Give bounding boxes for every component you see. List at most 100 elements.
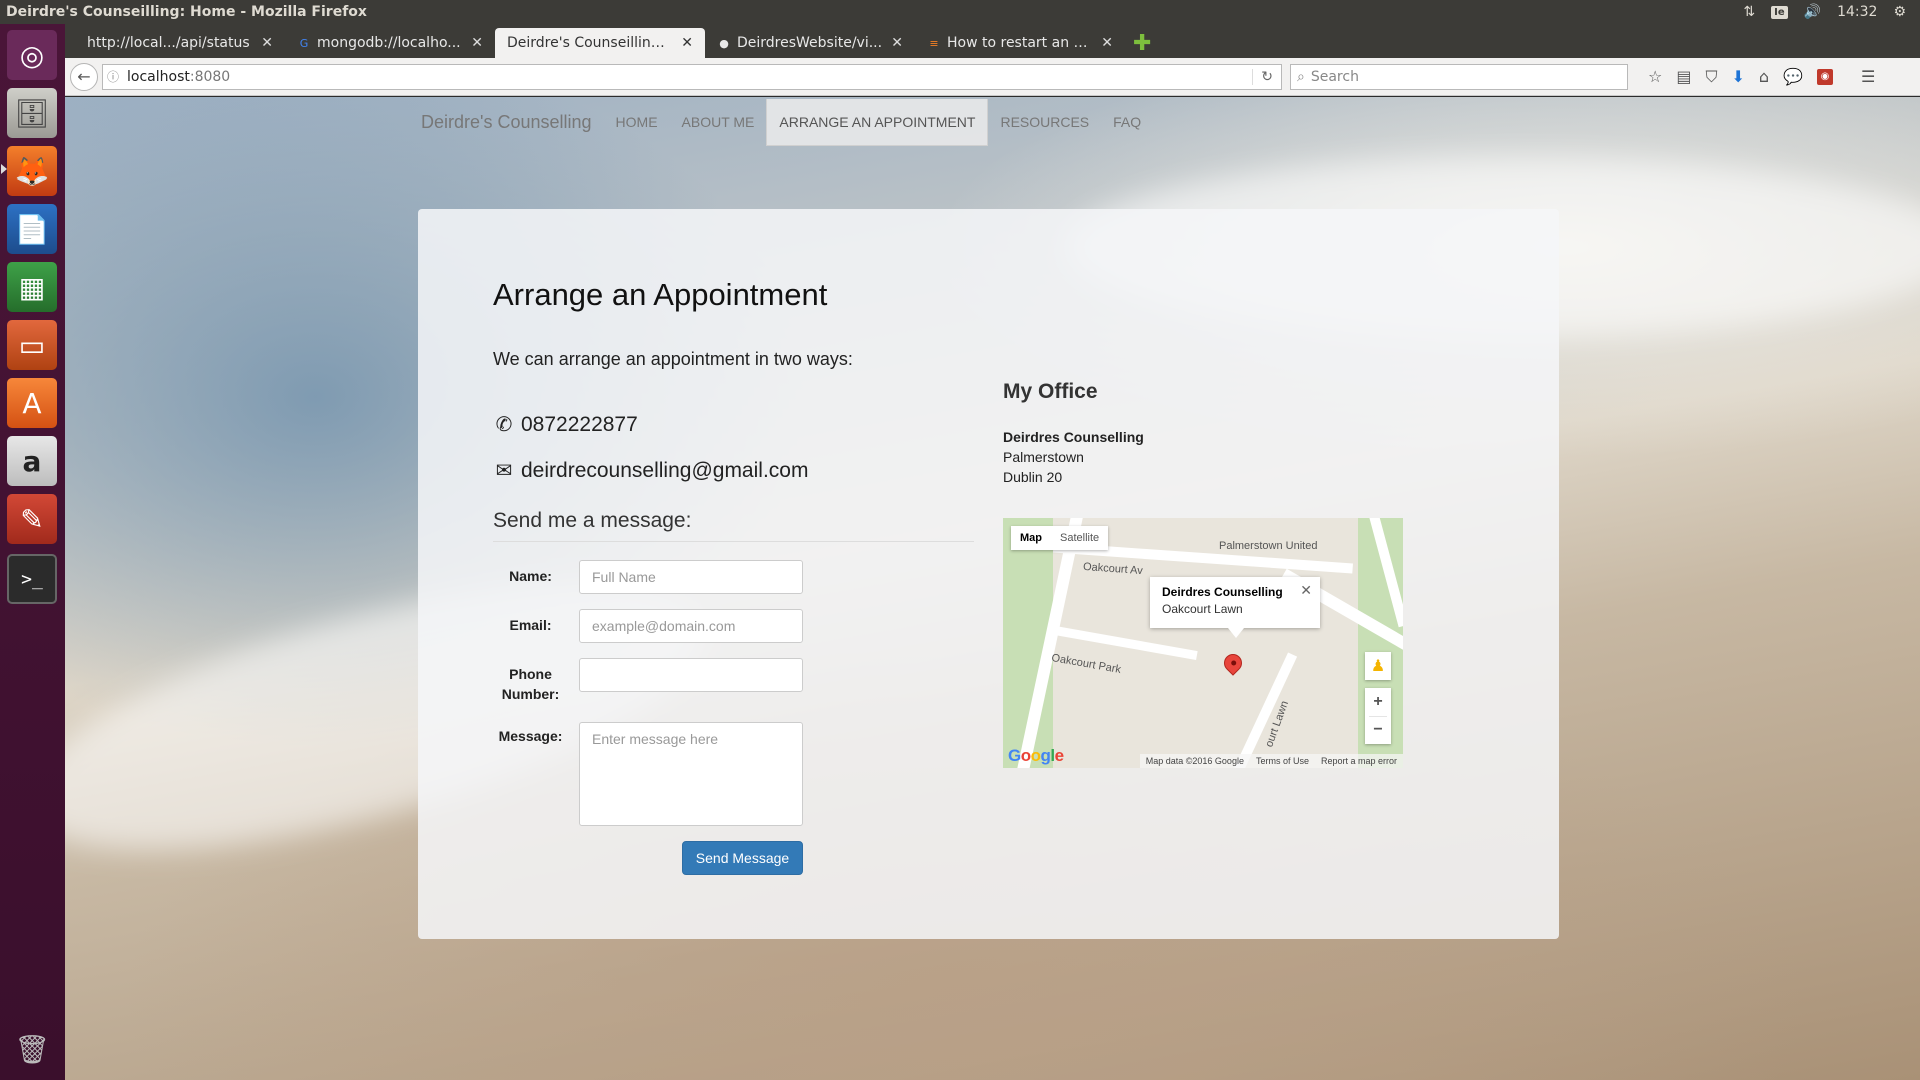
zoom-in-plus-icon[interactable]: + — [1365, 688, 1391, 716]
files-icon[interactable]: 🗄 — [7, 88, 57, 138]
stackoverflow-favicon-icon: ≡ — [929, 36, 939, 50]
power-gear-icon[interactable]: ⚙ — [1893, 4, 1906, 20]
browser-tab[interactable]: ≡ How to restart an e... ✕ — [915, 28, 1125, 58]
libreoffice-calc-icon[interactable]: ▦ — [7, 262, 57, 312]
tab-label: http://local.../api/status — [87, 35, 250, 51]
name-label: Name: — [509, 568, 552, 584]
map-footer: Map data ©2016 Google Terms of Use Repor… — [1139, 754, 1403, 768]
nav-faq[interactable]: FAQ — [1101, 99, 1153, 145]
office-address-line1: Palmerstown — [1003, 449, 1084, 465]
map-label-oakcourt-park: Oakcourt Park — [1050, 651, 1122, 677]
tab-close-icon[interactable]: ✕ — [261, 35, 273, 51]
street-view-pegman-icon[interactable]: ♟ — [1365, 652, 1391, 680]
keyboard-layout-indicator[interactable]: Ie — [1771, 5, 1788, 19]
nav-resources[interactable]: RESOURCES — [988, 99, 1101, 145]
browser-nav-bar: ← ⓘ localhost:8080 ↻ ⌕ Search ☆ ▤ ⛉ ⬇ ⌂ … — [65, 58, 1920, 96]
url-port: :8080 — [189, 68, 231, 85]
phone-line: ✆ 0872222877 — [493, 412, 638, 437]
nav-arrange-appointment[interactable]: ARRANGE AN APPOINTMENT — [766, 98, 989, 146]
intro-text: We can arrange an appointment in two way… — [493, 349, 853, 369]
home-icon[interactable]: ⌂ — [1759, 67, 1769, 86]
chat-icon[interactable]: 💬 — [1783, 67, 1803, 86]
hamburger-menu-icon[interactable]: ☰ — [1861, 67, 1875, 86]
system-settings-icon[interactable]: ✎ — [7, 494, 57, 544]
info-window-tail — [1228, 628, 1244, 638]
map-type-control: Map Satellite — [1011, 526, 1109, 550]
map-zoom-control: + − — [1365, 688, 1391, 744]
terminal-icon[interactable]: >_ — [7, 554, 57, 604]
ubuntu-dash-icon[interactable]: ◎ — [7, 30, 57, 80]
nav-about-me[interactable]: ABOUT ME — [670, 99, 767, 145]
search-placeholder: Search — [1310, 68, 1359, 85]
google-logo[interactable]: Google — [1008, 746, 1064, 766]
google-favicon-icon: G — [299, 36, 309, 50]
network-icon[interactable]: ⇅ — [1743, 4, 1755, 20]
name-field[interactable]: Full Name — [579, 560, 803, 594]
libreoffice-writer-icon[interactable]: 📄 — [7, 204, 57, 254]
map-terms-link[interactable]: Terms of Use — [1256, 756, 1309, 766]
send-message-button[interactable]: Send Message — [682, 841, 803, 875]
tab-close-icon[interactable]: ✕ — [471, 35, 483, 51]
toolbar-icons: ☆ ▤ ⛉ ⬇ ⌂ 💬 ◉ ☰ — [1648, 67, 1875, 87]
page-info-icon[interactable]: ⓘ — [107, 68, 119, 85]
email-address: deirdrecounselling@gmail.com — [521, 458, 809, 482]
map-type-satellite-button[interactable]: Satellite — [1051, 526, 1108, 550]
info-window-close-icon[interactable]: ✕ — [1300, 582, 1312, 599]
google-map[interactable]: Palmerstown United Oakcourt Av Oakcourt … — [1003, 518, 1403, 768]
tab-label: mongodb://localho... — [317, 35, 461, 51]
libreoffice-impress-icon[interactable]: ▭ — [7, 320, 57, 370]
browser-tab-active[interactable]: Deirdre's Counseilling: ... ✕ — [495, 28, 705, 58]
tab-close-icon[interactable]: ✕ — [1101, 35, 1113, 51]
info-window-subtitle: Oakcourt Lawn — [1162, 602, 1243, 616]
amazon-icon[interactable]: a — [7, 436, 57, 486]
office-heading: My Office — [1003, 380, 1098, 403]
clock[interactable]: 14:32 — [1837, 4, 1877, 20]
tab-close-icon[interactable]: ✕ — [681, 35, 693, 51]
bookmark-star-icon[interactable]: ☆ — [1648, 67, 1662, 86]
info-window-title: Deirdres Counselling — [1162, 585, 1283, 599]
map-report-error-link[interactable]: Report a map error — [1321, 756, 1397, 766]
new-tab-plus-icon[interactable]: ✚ — [1133, 31, 1151, 58]
phone-number: 0872222877 — [521, 412, 638, 436]
message-label: Message: — [498, 728, 563, 744]
volume-icon[interactable]: 🔊 — [1804, 4, 1821, 20]
map-marker-icon[interactable] — [1220, 650, 1246, 676]
back-arrow-icon[interactable]: ← — [70, 62, 98, 91]
firefox-icon[interactable]: 🦊 — [7, 146, 57, 196]
message-textarea[interactable]: Enter message here — [579, 722, 803, 826]
reload-icon[interactable]: ↻ — [1252, 68, 1281, 85]
tab-label: DeirdresWebsite/vi... — [737, 35, 883, 51]
nav-home[interactable]: HOME — [604, 99, 670, 145]
browser-tab[interactable]: http://local.../api/status ✕ — [75, 28, 285, 58]
content-panel: Arrange an Appointment We can arrange an… — [418, 209, 1559, 939]
site-navbar: Deirdre's Counselling HOME ABOUT ME ARRA… — [421, 97, 1153, 147]
pocket-icon[interactable]: ⛉ — [1705, 67, 1717, 87]
zoom-out-minus-icon[interactable]: − — [1365, 717, 1391, 745]
map-info-window: Deirdres Counselling Oakcourt Lawn ✕ — [1150, 577, 1320, 638]
bookmarks-menu-icon[interactable]: ▤ — [1676, 67, 1691, 86]
email-line: ✉ deirdrecounselling@gmail.com — [493, 458, 809, 483]
page-title: Arrange an Appointment — [493, 277, 828, 312]
phone-label: Phone Number: — [501, 666, 560, 702]
tab-label: Deirdre's Counseilling: ... — [507, 35, 674, 51]
url-bar[interactable]: ⓘ localhost:8080 ↻ — [102, 63, 1282, 90]
page-viewport: Deirdre's Counselling HOME ABOUT ME ARRA… — [65, 97, 1920, 1080]
system-tray: ⇅ Ie 🔊 14:32 ⚙ — [1743, 4, 1920, 20]
map-type-map-button[interactable]: Map — [1011, 526, 1051, 550]
email-field[interactable]: example@domain.com — [579, 609, 803, 643]
software-center-icon[interactable]: A — [7, 378, 57, 428]
url-host: localhost — [127, 68, 190, 85]
browser-tab[interactable]: ● DeirdresWebsite/vi... ✕ — [705, 28, 915, 58]
search-input[interactable]: ⌕ Search — [1290, 63, 1628, 90]
phone-field[interactable] — [579, 658, 803, 692]
trash-icon[interactable]: 🗑 — [7, 1024, 57, 1074]
tab-close-icon[interactable]: ✕ — [891, 35, 903, 51]
extension-icon[interactable]: ◉ — [1816, 68, 1833, 85]
window-title-bar: Deirdre's Counseilling: Home - Mozilla F… — [0, 0, 1920, 24]
browser-tab[interactable]: G mongodb://localho... ✕ — [285, 28, 495, 58]
office-address-line2: Dublin 20 — [1003, 469, 1063, 485]
map-label-palmerstown: Palmerstown United — [1219, 540, 1318, 552]
site-brand[interactable]: Deirdre's Counselling — [421, 112, 592, 133]
map-data-attribution: Map data ©2016 Google — [1145, 756, 1244, 766]
downloads-arrow-icon[interactable]: ⬇ — [1731, 67, 1744, 86]
